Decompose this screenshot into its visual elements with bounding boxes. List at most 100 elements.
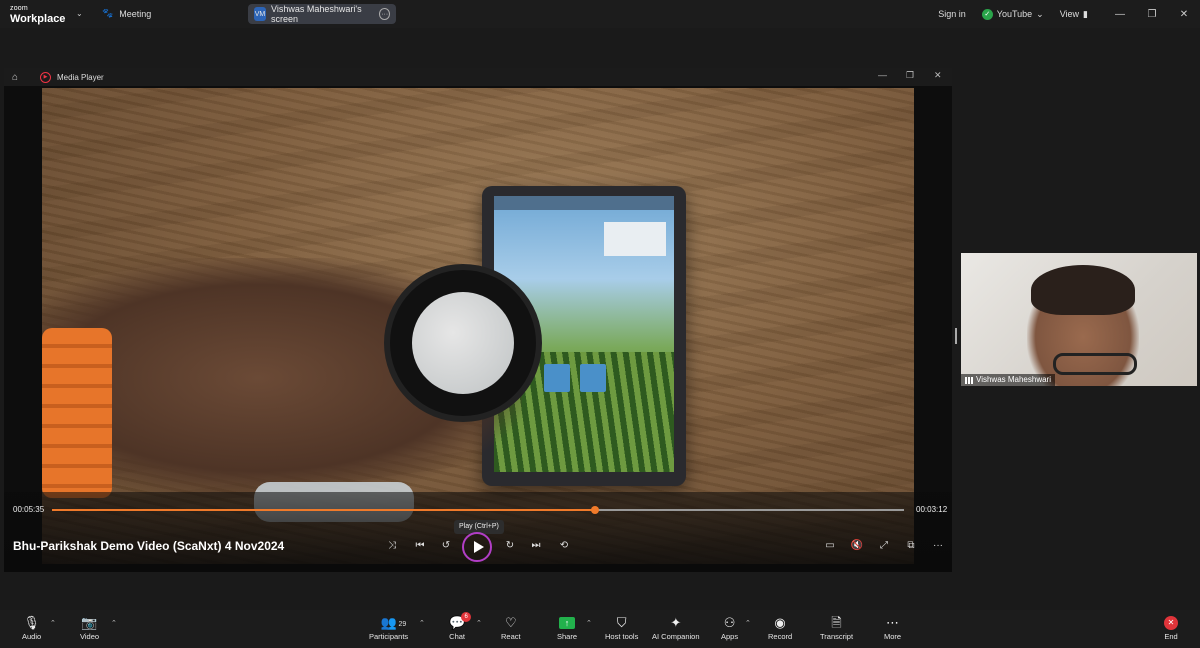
more-options-icon[interactable]: ··· bbox=[379, 8, 390, 20]
record-icon: ◉ bbox=[774, 615, 786, 630]
repeat-off-icon[interactable]: ⟲ bbox=[554, 538, 574, 554]
record-label: Record bbox=[768, 632, 793, 641]
panel-splitter[interactable] bbox=[955, 328, 957, 344]
video-button[interactable]: 📷 Video bbox=[80, 614, 99, 641]
watch-strap bbox=[42, 328, 112, 498]
play-icon bbox=[473, 541, 484, 553]
avatar: VM bbox=[254, 7, 267, 21]
participants-icon: 👥 29 bbox=[381, 614, 407, 632]
participants-button[interactable]: 👥 29 Participants bbox=[369, 614, 408, 641]
minimize-icon[interactable]: — bbox=[878, 70, 887, 80]
chevron-up-icon[interactable]: ⌃ bbox=[419, 619, 425, 627]
signal-icon bbox=[965, 376, 973, 384]
host-tools-button[interactable]: ⛉ Host tools bbox=[605, 614, 638, 641]
tablet-app-bar bbox=[494, 196, 674, 210]
view-grid-icon: ▮ bbox=[1083, 8, 1088, 19]
next-icon[interactable]: ⏭ bbox=[526, 538, 546, 554]
screen-share-indicator[interactable]: VM Vishwas Maheshwari's screen ··· bbox=[248, 4, 396, 24]
play-button[interactable] bbox=[462, 532, 492, 562]
apps-button[interactable]: ⚇ Apps bbox=[721, 614, 738, 641]
more-label: More bbox=[884, 632, 902, 641]
end-button[interactable]: ✕ End bbox=[1164, 614, 1178, 641]
meeting-menu[interactable]: 🐾 Meeting bbox=[102, 8, 151, 19]
chat-badge: 6 bbox=[461, 612, 472, 622]
sparkle-icon: ✦ bbox=[670, 615, 682, 630]
shuffle-icon[interactable]: ⤨ bbox=[382, 538, 402, 554]
participant-name: Vishwas Maheshwari bbox=[976, 375, 1051, 384]
record-button[interactable]: ◉ Record bbox=[768, 614, 792, 641]
chat-icon: 💬 6 bbox=[449, 612, 472, 632]
share-label: Vishwas Maheshwari's screen bbox=[271, 4, 362, 24]
more-button[interactable]: ⋯ More bbox=[884, 614, 901, 641]
sign-in-label: Sign in bbox=[938, 9, 966, 19]
chat-label: Chat bbox=[449, 632, 466, 641]
fullscreen-icon[interactable]: ⤢ bbox=[874, 538, 894, 554]
mute-icon[interactable]: 🔇 bbox=[847, 538, 867, 554]
camera-off-icon: 📷 bbox=[81, 615, 98, 630]
lens-device bbox=[384, 264, 542, 422]
more-icon: ⋯ bbox=[886, 615, 900, 630]
restore-icon[interactable]: ❐ bbox=[1136, 9, 1168, 20]
video-title: Bhu-Parikshak Demo Video (ScaNxt) 4 Nov2… bbox=[13, 539, 285, 553]
transcript-icon: 🗎 bbox=[831, 615, 842, 630]
seek-thumb[interactable] bbox=[590, 506, 599, 514]
elapsed-time: 00:05:35 bbox=[13, 505, 45, 514]
participant-hair bbox=[1031, 265, 1135, 315]
captions-icon[interactable]: ▭ bbox=[820, 538, 840, 554]
lens-glass bbox=[412, 292, 514, 394]
seek-bar[interactable] bbox=[52, 506, 904, 514]
shield-check-icon: ✓ bbox=[981, 8, 993, 20]
participant-video-tile[interactable]: Vishwas Maheshwari bbox=[961, 253, 1197, 386]
more-icon[interactable]: ··· bbox=[928, 538, 948, 554]
chat-button[interactable]: 💬 6 Chat bbox=[449, 612, 472, 641]
chevron-up-icon[interactable]: ⌃ bbox=[50, 619, 56, 627]
seek-bar-progress bbox=[52, 509, 595, 511]
transcript-label: Transcript bbox=[820, 632, 854, 641]
transcript-button[interactable]: 🗎 Transcript bbox=[820, 614, 853, 641]
shield-icon: ⛉ bbox=[616, 615, 627, 630]
chevron-up-icon[interactable]: ⌃ bbox=[745, 619, 751, 627]
chevron-up-icon[interactable]: ⌃ bbox=[586, 619, 592, 627]
audio-button[interactable]: 🎙 Audio bbox=[22, 614, 41, 641]
media-player-window: ⌂ ▶ Media Player — ❐ ✕ 00:05:35 00:03:12 bbox=[4, 68, 952, 572]
top-bar: zoom Workplace ⌄ 🐾 Meeting VM Vishwas Ma… bbox=[0, 0, 1200, 28]
tablet-card bbox=[604, 222, 666, 256]
media-player-logo-icon: ▶ bbox=[40, 71, 51, 83]
audio-label: Audio bbox=[22, 632, 42, 641]
paw-icon: 🐾 bbox=[102, 8, 114, 18]
share-screen-icon: ↑ bbox=[559, 617, 575, 629]
mini-player-icon[interactable]: ⧉ bbox=[901, 538, 921, 554]
chevron-up-icon[interactable]: ⌃ bbox=[476, 619, 482, 627]
participants-count: 29 bbox=[398, 621, 407, 628]
ai-companion-button[interactable]: ✦ AI Companion bbox=[652, 614, 700, 641]
maximize-icon[interactable]: ❐ bbox=[906, 70, 914, 81]
microphone-muted-icon: 🎙 bbox=[23, 615, 40, 630]
close-icon[interactable]: ✕ bbox=[1168, 9, 1200, 20]
chevron-down-icon: ⌄ bbox=[1036, 8, 1044, 19]
video-label: Video bbox=[80, 632, 100, 641]
meeting-label: Meeting bbox=[119, 8, 152, 19]
rewind-10-icon[interactable]: ↺ bbox=[436, 538, 456, 554]
heart-icon: ♡ bbox=[504, 615, 517, 630]
zoom-logo[interactable]: zoom Workplace bbox=[10, 4, 65, 25]
share-button[interactable]: ↑ Share bbox=[557, 614, 577, 641]
home-icon[interactable]: ⌂ bbox=[12, 72, 26, 83]
chevron-up-icon[interactable]: ⌃ bbox=[111, 619, 117, 627]
react-button[interactable]: ♡ React bbox=[501, 614, 521, 641]
view-label: View bbox=[1059, 9, 1080, 19]
meeting-toolbar: 🎙 Audio ⌃ 📷 Video ⌃ 👥 29 Participants ⌃ 💬… bbox=[0, 610, 1200, 648]
previous-icon[interactable]: ⏮ bbox=[410, 538, 430, 554]
apps-label: Apps bbox=[721, 632, 739, 641]
youtube-stream-button[interactable]: ✓ YouTube ⌄ bbox=[981, 8, 1044, 20]
host-tools-label: Host tools bbox=[605, 632, 639, 641]
youtube-label: YouTube bbox=[996, 9, 1033, 19]
view-button[interactable]: View ▮ bbox=[1060, 9, 1088, 20]
forward-30-icon[interactable]: ↻ bbox=[500, 538, 520, 554]
minimize-icon[interactable]: — bbox=[1104, 9, 1136, 20]
remaining-time: 00:03:12 bbox=[916, 505, 948, 514]
sign-in-button[interactable]: Sign in bbox=[938, 9, 966, 19]
close-icon[interactable]: ✕ bbox=[934, 70, 942, 81]
media-player-title: Media Player bbox=[57, 72, 104, 82]
tablet-button bbox=[544, 364, 570, 392]
chevron-down-icon[interactable]: ⌄ bbox=[76, 9, 83, 18]
